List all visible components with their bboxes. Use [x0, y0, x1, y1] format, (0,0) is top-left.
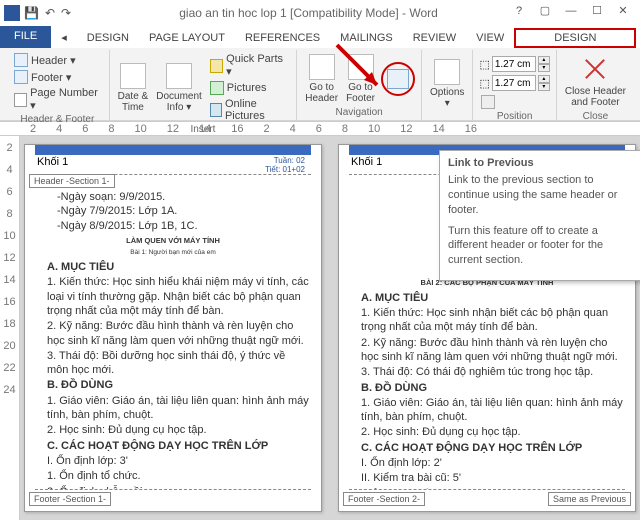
- qat-undo-icon[interactable]: ↶: [45, 6, 55, 20]
- margin-bottom-icon: ⬚: [479, 77, 489, 90]
- tab-file[interactable]: FILE: [0, 26, 51, 48]
- quick-parts-button[interactable]: Quick Parts ▾: [208, 52, 290, 79]
- link-to-previous-tooltip: Link to Previous Link to the previous se…: [439, 150, 640, 281]
- header-button[interactable]: Header ▾: [12, 52, 103, 68]
- link-to-previous-button[interactable]: [381, 62, 415, 96]
- group-position: Position: [479, 110, 549, 123]
- date-time-button[interactable]: Date & Time: [116, 52, 151, 123]
- footer-button[interactable]: Footer ▾: [12, 69, 103, 85]
- footer-section-tag: Footer -Section 2-: [343, 492, 425, 506]
- tab-page-layout[interactable]: PAGE LAYOUT: [139, 28, 235, 48]
- page-number-icon: [14, 93, 27, 107]
- pictures-button[interactable]: Pictures: [208, 80, 290, 96]
- options-icon: [434, 59, 460, 85]
- page-1-header[interactable]: Khối 1Tuần: 02 Tiết: 01+02 Header -Secti…: [35, 145, 311, 175]
- ribbon: Header ▾ Footer ▾ Page Number ▾ Header &…: [0, 48, 640, 121]
- header-icon: [14, 53, 28, 67]
- page-1-footer[interactable]: Footer -Section 1-: [35, 489, 311, 511]
- tab-header-footer-design[interactable]: DESIGN: [514, 28, 636, 48]
- spin-down[interactable]: ▾: [538, 64, 550, 72]
- tab-mailings[interactable]: MAILINGS: [330, 28, 403, 48]
- header-section-tag: Header -Section 1-: [29, 174, 115, 188]
- spin-down[interactable]: ▾: [538, 83, 550, 91]
- tab-view[interactable]: VIEW: [466, 28, 514, 48]
- tab-review[interactable]: REVIEW: [403, 28, 466, 48]
- close-button[interactable]: ✕: [610, 3, 636, 23]
- goto-header-button[interactable]: Go to Header: [303, 52, 340, 106]
- close-x-icon: [580, 54, 610, 84]
- page-2[interactable]: Link to Previous Link to the previous se…: [338, 144, 636, 512]
- document-area[interactable]: 24681012141618202224 Khối 1Tuần: 02 Tiết…: [0, 136, 640, 520]
- link-to-previous-icon: [387, 69, 409, 89]
- page-2-footer[interactable]: Footer -Section 2- Same as Previous: [349, 489, 625, 511]
- online-pictures-button[interactable]: Online Pictures: [208, 97, 290, 123]
- goto-footer-icon: [348, 54, 374, 80]
- group-close: Close: [563, 110, 628, 123]
- margin-top-icon: ⬚: [479, 58, 489, 71]
- tab-scroll-left[interactable]: ◂: [51, 27, 77, 48]
- page-number-button[interactable]: Page Number ▾: [12, 86, 103, 113]
- document-info-button[interactable]: Document Info ▾: [154, 52, 204, 123]
- quick-parts-icon: [210, 59, 223, 73]
- info-icon: [166, 63, 192, 89]
- page-1[interactable]: Khối 1Tuần: 02 Tiết: 01+02 Header -Secti…: [24, 144, 322, 512]
- footer-icon: [14, 70, 28, 84]
- tab-design[interactable]: DESIGN: [77, 28, 139, 48]
- goto-header-icon: [309, 54, 335, 80]
- online-pictures-icon: [210, 103, 222, 117]
- footer-section-tag: Footer -Section 1-: [29, 492, 111, 506]
- page-1-body[interactable]: -Ngày soạn: 9/9/2015. -Ngày 7/9/2015: Lớ…: [25, 175, 321, 489]
- same-as-previous-tag: Same as Previous: [548, 492, 631, 506]
- tab-icon: [481, 95, 495, 109]
- spin-up[interactable]: ▴: [538, 56, 550, 64]
- goto-footer-button[interactable]: Go to Footer: [344, 52, 377, 106]
- options-button[interactable]: Options ▾: [428, 52, 466, 116]
- vertical-ruler[interactable]: 24681012141618202224: [0, 136, 20, 520]
- quick-access-toolbar: 💾 ↶ ↷: [24, 6, 71, 20]
- ribbon-tabs: FILE ◂ DESIGN PAGE LAYOUT REFERENCES MAI…: [0, 26, 640, 48]
- calendar-icon: [120, 63, 146, 89]
- header-from-top-input[interactable]: [492, 56, 536, 72]
- pictures-icon: [210, 81, 224, 95]
- maximize-button[interactable]: ☐: [584, 3, 610, 23]
- group-options: [428, 116, 466, 118]
- insert-alignment-tab-button[interactable]: [479, 94, 549, 110]
- close-header-footer-button[interactable]: Close Header and Footer: [563, 52, 628, 110]
- group-navigation: Navigation: [303, 106, 415, 119]
- window-title: giao an tin hoc lop 1 [Compatibility Mod…: [179, 6, 438, 20]
- help-button[interactable]: ?: [506, 3, 532, 23]
- qat-redo-icon[interactable]: ↷: [61, 6, 71, 20]
- ribbon-options-button[interactable]: ▢: [532, 3, 558, 23]
- tab-references[interactable]: REFERENCES: [235, 28, 330, 48]
- minimize-button[interactable]: —: [558, 3, 584, 23]
- footer-from-bottom-input[interactable]: [492, 75, 536, 91]
- spin-up[interactable]: ▴: [538, 75, 550, 83]
- qat-save-icon[interactable]: 💾: [24, 6, 39, 20]
- word-icon: [4, 5, 20, 21]
